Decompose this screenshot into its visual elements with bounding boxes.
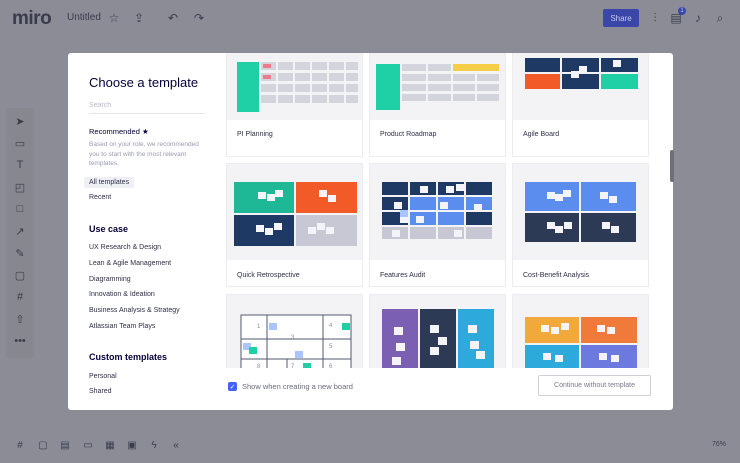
grid-scrollbar[interactable] <box>670 150 674 182</box>
use-case-item[interactable]: Atlassian Team Plays <box>89 323 155 330</box>
features-audit-thumbnail <box>370 164 505 260</box>
template-card-pi-planning[interactable]: PI Planning <box>226 53 363 157</box>
template-card-quick-retrospective[interactable]: Quick Retrospective <box>226 163 363 287</box>
cost-benefit-analysis-preview <box>525 182 636 242</box>
search-input[interactable] <box>89 98 205 114</box>
template-card-cost-benefit-analysis[interactable]: Cost-Benefit Analysis <box>512 163 649 287</box>
text-icon[interactable]: T <box>12 157 28 173</box>
template-picker-modal: Choose a template Recommended ★ Based on… <box>68 53 673 410</box>
export-icon[interactable]: ⇪ <box>131 10 147 26</box>
nav-all-templates[interactable]: All templates <box>84 177 135 188</box>
activity-icon[interactable]: ϟ <box>147 438 161 452</box>
prioritization-template-preview <box>525 317 637 368</box>
frames-icon[interactable]: # <box>13 438 27 452</box>
continue-without-template-button[interactable]: Continue without template <box>538 375 651 396</box>
modal-footer: ✓ Show when creating a new board Continu… <box>216 368 673 410</box>
connector-icon[interactable]: ↗ <box>12 223 28 239</box>
nav-recent[interactable]: Recent <box>84 192 116 203</box>
prioritization-template-thumbnail <box>513 295 648 368</box>
use-case-item[interactable]: UX Research & Design <box>89 244 161 251</box>
grid-template-preview: 1 3 4 5 6 7 8 <box>240 314 352 368</box>
notification-badge: 1 <box>678 7 686 15</box>
search-icon[interactable]: ⌕ <box>712 10 728 26</box>
template-card-grid[interactable]: 1 3 4 5 6 7 8 <box>226 294 363 368</box>
cost-benefit-analysis-thumbnail <box>513 164 648 260</box>
agile-board-thumbnail <box>513 53 648 120</box>
card-icon[interactable]: ▦ <box>103 438 117 452</box>
show-on-create-label[interactable]: Show when creating a new board <box>242 382 353 391</box>
use-case-item[interactable]: Lean & Agile Management <box>89 260 171 267</box>
template-card-product-roadmap[interactable]: Product Roadmap <box>369 53 506 157</box>
quick-retrospective-thumbnail <box>227 164 362 260</box>
upload-icon[interactable]: ⇧ <box>12 311 28 327</box>
cursor-icon[interactable]: ➤ <box>12 113 28 129</box>
template-card-label: Product Roadmap <box>380 131 437 138</box>
star-icon[interactable]: ☆ <box>106 10 122 26</box>
templates-icon[interactable]: ▭ <box>12 135 28 151</box>
template-card-label: Agile Board <box>523 131 560 138</box>
sticky-note-icon[interactable]: ◰ <box>12 179 28 195</box>
features-audit-preview <box>382 182 492 239</box>
custom-shared[interactable]: Shared <box>89 388 112 395</box>
use-case-heading: Use case <box>89 224 129 234</box>
frame-icon[interactable]: # <box>12 289 28 305</box>
undo-icon[interactable]: ↶ <box>165 10 181 26</box>
left-toolbar: ➤ ▭ T ◰ □ ↗ ✎ ▢ # ⇧ ••• <box>6 108 34 358</box>
recommended-label[interactable]: Recommended ★ <box>89 127 149 136</box>
template-card-label: Cost-Benefit Analysis <box>523 272 590 279</box>
settings-sliders-icon[interactable]: ⫶ <box>647 10 663 26</box>
modal-title: Choose a template <box>89 75 199 90</box>
comment-icon[interactable]: ▢ <box>12 267 28 283</box>
custom-templates-heading: Custom templates <box>89 352 168 362</box>
template-card-agile-board[interactable]: Agile Board <box>512 53 649 157</box>
template-sidebar: Choose a template Recommended ★ Based on… <box>68 53 216 410</box>
template-card-features-audit[interactable]: Features Audit <box>369 163 506 287</box>
collapse-icon[interactable]: « <box>169 438 183 452</box>
agile-board-preview <box>525 58 638 89</box>
kanban-template-thumbnail <box>370 295 505 368</box>
more-icon[interactable]: ••• <box>12 333 28 349</box>
share-button[interactable]: Share <box>603 9 639 27</box>
template-card-label: Features Audit <box>380 272 426 279</box>
recommended-description: Based on your role, we recommended you t… <box>89 141 199 167</box>
comments-icon[interactable]: ▢ <box>36 438 50 452</box>
template-card-label: PI Planning <box>237 131 273 138</box>
quick-retrospective-preview <box>234 182 357 246</box>
zoom-level[interactable]: 76% <box>712 441 726 448</box>
template-card-prioritization[interactable] <box>512 294 649 368</box>
template-grid: PI Planning Product Roadmap Agile Board … <box>226 53 664 368</box>
redo-icon[interactable]: ↷ <box>191 10 207 26</box>
template-card-label: Quick Retrospective <box>237 272 300 279</box>
pi-planning-thumbnail <box>227 53 362 120</box>
use-case-item[interactable]: Innovation & Ideation <box>89 291 155 298</box>
miro-logo: miro <box>12 8 52 29</box>
use-case-item[interactable]: Diagramming <box>89 276 131 283</box>
template-card-kanban[interactable] <box>369 294 506 368</box>
top-bar: miro Untitled ☆ ⇪ ↶ ↷ Share ⫶ ▤ 1 ♪ ⌕ <box>0 0 740 36</box>
grid-template-thumbnail: 1 3 4 5 6 7 8 <box>227 295 362 368</box>
chat-icon[interactable]: ▤ <box>58 438 72 452</box>
present-icon[interactable]: ▣ <box>125 438 139 452</box>
bell-icon[interactable]: ♪ <box>690 10 706 26</box>
custom-personal[interactable]: Personal <box>89 373 117 380</box>
pi-planning-preview <box>237 62 358 112</box>
pen-icon[interactable]: ✎ <box>12 245 28 261</box>
shape-icon[interactable]: □ <box>12 201 28 217</box>
kanban-template-preview <box>382 309 494 368</box>
product-roadmap-preview <box>376 64 499 110</box>
board-title[interactable]: Untitled <box>67 12 101 23</box>
use-case-item[interactable]: Business Analysis & Strategy <box>89 307 180 314</box>
product-roadmap-thumbnail <box>370 53 505 120</box>
screen-share-icon[interactable]: ▭ <box>81 438 95 452</box>
show-on-create-checkbox[interactable]: ✓ <box>228 382 237 391</box>
